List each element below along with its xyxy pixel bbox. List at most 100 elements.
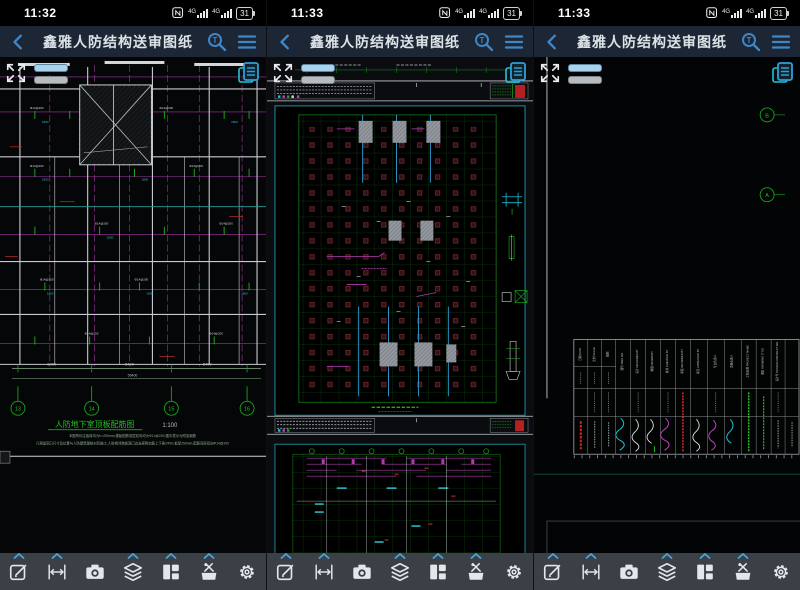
title-block-table: 日期 DATE 比例 SCALE 图别 图号 DWG NO. 设计 DESIGN…: [574, 339, 799, 456]
svg-text:8400: 8400: [203, 361, 213, 366]
scale-slider-track[interactable]: [301, 76, 335, 84]
bottom-toolbar-1: [0, 553, 266, 590]
camera-button[interactable]: [614, 557, 644, 587]
gear-icon: [770, 561, 792, 583]
svg-text:1800: 1800: [241, 292, 248, 296]
triple-screenshot-strip: 11:32 4G 4G 31 鑫雅人防结构送审图纸 T: [0, 0, 800, 590]
page-title: 鑫雅人防结构送审图纸: [303, 32, 467, 52]
chevron-up-icon: [204, 553, 215, 559]
scale-slider[interactable]: [34, 62, 68, 84]
scale-slider[interactable]: [568, 62, 602, 84]
chevron-up-icon: [395, 553, 406, 559]
svg-text:1800: 1800: [107, 236, 114, 240]
svg-text:1800: 1800: [42, 178, 49, 182]
layers-button[interactable]: [385, 557, 415, 587]
scale-slider-track[interactable]: [34, 76, 68, 84]
toolkit-button[interactable]: [194, 557, 224, 587]
scale-slider-active[interactable]: [568, 64, 602, 72]
edit-button[interactable]: [4, 557, 34, 587]
toolkit-button[interactable]: [461, 557, 491, 587]
stair-shaft: [80, 85, 152, 165]
svg-text:Φ14@200: Φ14@200: [95, 222, 109, 226]
svg-text:制图 DRAWN BY: 制图 DRAWN BY: [650, 351, 654, 372]
toolkit-button[interactable]: [728, 557, 758, 587]
layout-button[interactable]: [690, 557, 720, 587]
svg-text:1800: 1800: [42, 120, 49, 124]
second-sheet-fragment: [275, 444, 525, 553]
menu-button[interactable]: [234, 30, 260, 54]
signal-icon-sim1: 4G: [188, 9, 208, 18]
svg-text:图别: 图别: [606, 351, 610, 357]
svg-text:A: A: [765, 193, 769, 199]
svg-text:工程名称 PROJECT NAME: 工程名称 PROJECT NAME: [746, 345, 750, 378]
svg-text:Φ14@200: Φ14@200: [30, 106, 44, 110]
svg-text:Φ14@200: Φ14@200: [189, 164, 203, 168]
back-button[interactable]: [540, 30, 566, 54]
battery-icon: 31: [236, 7, 253, 20]
fullscreen-button[interactable]: [5, 62, 27, 89]
measure-icon: [580, 561, 602, 583]
fullscreen-button[interactable]: [539, 62, 561, 89]
cad-viewport-2[interactable]: [267, 57, 533, 553]
measure-button[interactable]: [42, 557, 72, 587]
status-bar-2: 11:33 4G 4G 31: [267, 0, 533, 26]
signal-icon-sim2: 4G: [746, 9, 766, 18]
page-title: 鑫雅人防结构送审图纸: [36, 32, 200, 52]
svg-text:8400: 8400: [47, 361, 57, 366]
svg-text:Φ14@200: Φ14@200: [219, 222, 233, 226]
layers-button[interactable]: [118, 557, 148, 587]
menu-button[interactable]: [768, 30, 794, 54]
layout-button[interactable]: [423, 557, 453, 587]
scale-slider[interactable]: [301, 62, 335, 84]
camera-button[interactable]: [80, 557, 110, 587]
layout-button[interactable]: [156, 557, 186, 587]
back-button[interactable]: [6, 30, 32, 54]
sheet-list-button[interactable]: [235, 73, 261, 90]
edit-button[interactable]: [271, 557, 301, 587]
chevron-up-icon: [471, 553, 482, 559]
scale-slider-active[interactable]: [301, 64, 335, 72]
svg-text:1800: 1800: [146, 292, 153, 296]
svg-text:Φ14@200: Φ14@200: [209, 331, 223, 335]
sheet1-note1: 本图所标注板厚均为h=250mm,楼板配筋双层双向均为Φ14@200,图中表示为…: [69, 433, 196, 438]
chevron-up-icon: [548, 553, 559, 559]
layers-button[interactable]: [652, 557, 682, 587]
settings-button[interactable]: [766, 557, 796, 587]
sheet-list-button[interactable]: [769, 73, 795, 90]
search-button[interactable]: T: [204, 30, 230, 54]
measure-button[interactable]: [576, 557, 606, 587]
svg-text:56400: 56400: [128, 373, 138, 377]
sheet-list-button[interactable]: [502, 73, 528, 90]
chevron-up-icon: [662, 553, 673, 559]
settings-button[interactable]: [232, 557, 262, 587]
layout-icon: [694, 561, 716, 583]
cad-drawing-slab-plan: Φ14@200Φ14@200 Φ14@200Φ14@200 Φ14@200Φ14…: [0, 57, 266, 553]
clock: 11:32: [10, 6, 57, 20]
scale-slider-track[interactable]: [568, 76, 602, 84]
menu-button[interactable]: [501, 30, 527, 54]
edit-button[interactable]: [538, 557, 568, 587]
search-button[interactable]: T: [738, 30, 764, 54]
camera-button[interactable]: [347, 557, 377, 587]
sheet1-scale: 1:100: [162, 423, 178, 429]
chevron-up-icon: [14, 553, 25, 559]
scale-slider-active[interactable]: [34, 64, 68, 72]
measure-button[interactable]: [309, 557, 339, 587]
search-button[interactable]: T: [471, 30, 497, 54]
phone-screen-3: 11:33 4G 4G 31 鑫雅人防结构送审图纸 T B: [533, 0, 800, 590]
status-bar-3: 11:33 4G 4G 31: [534, 0, 800, 26]
cad-viewport-3[interactable]: B A: [534, 57, 800, 553]
back-button[interactable]: [273, 30, 299, 54]
cad-viewport-1[interactable]: Φ14@200Φ14@200 Φ14@200Φ14@200 Φ14@200Φ14…: [0, 57, 266, 553]
sheet1-corner-block: [0, 451, 10, 463]
svg-text:T: T: [480, 36, 485, 45]
svg-text:15: 15: [168, 406, 174, 412]
svg-text:项目负责人: 项目负责人: [730, 354, 734, 368]
fullscreen-button[interactable]: [272, 62, 294, 89]
measure-icon: [313, 561, 335, 583]
status-icons: 4G 4G 31: [439, 7, 523, 20]
settings-button[interactable]: [499, 557, 529, 587]
search-icon: T: [473, 31, 495, 53]
svg-text:8400: 8400: [125, 361, 135, 366]
svg-text:日期 DATE: 日期 DATE: [578, 348, 582, 361]
